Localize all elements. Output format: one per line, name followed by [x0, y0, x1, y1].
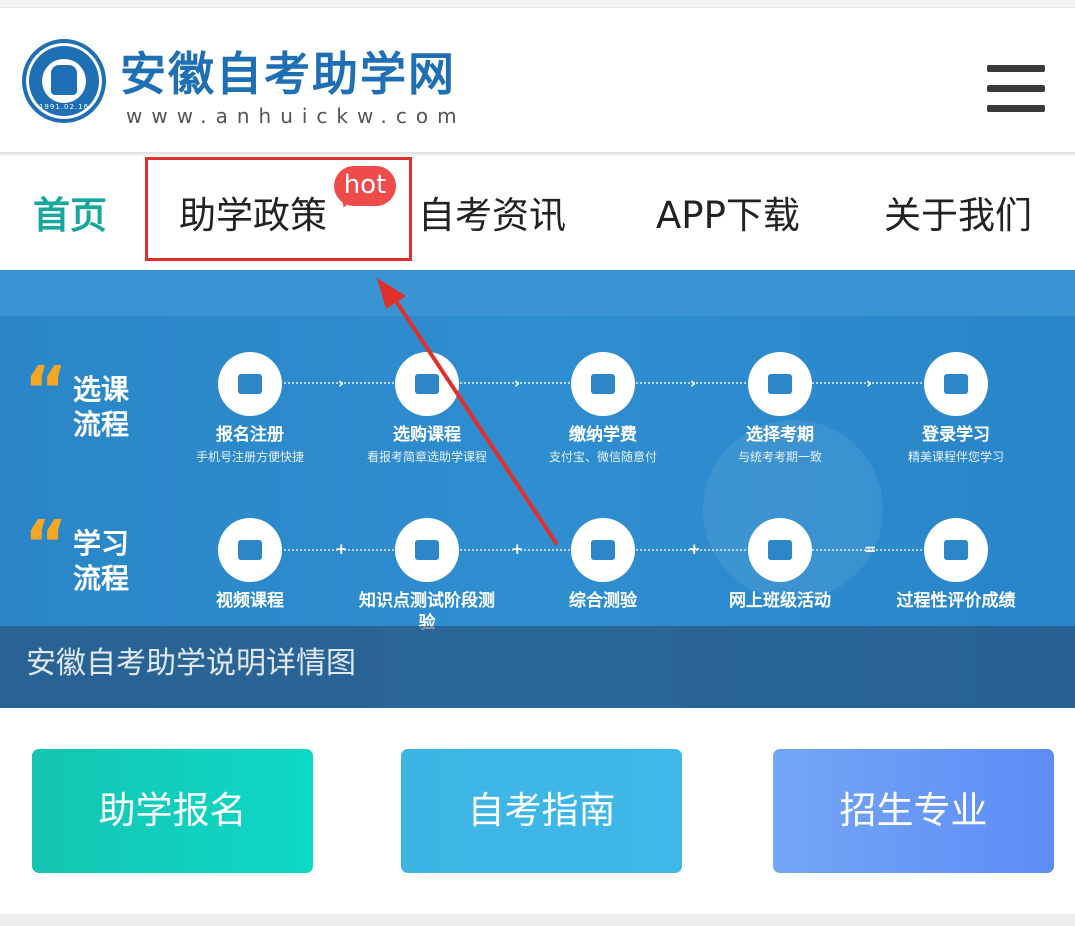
- bottom-divider: [0, 914, 1075, 926]
- course-step-pay: 缴纳学费 支付宝、微信随意付: [518, 352, 688, 465]
- score-sheet-icon: [924, 518, 988, 582]
- nav-item-news[interactable]: 自考资讯: [418, 194, 566, 238]
- top-divider: [0, 0, 1075, 8]
- course-step-register: 报名注册 手机号注册方便快捷: [165, 352, 335, 465]
- flag-icon: [748, 518, 812, 582]
- exam-guide-button[interactable]: 自考指南: [401, 749, 682, 873]
- study-flow-title: 学习流程: [73, 527, 130, 595]
- study-step-evaluation: 过程性评价成绩: [871, 518, 1041, 612]
- user-icon: [218, 352, 282, 416]
- quote-mark-icon: “: [24, 506, 68, 583]
- site-title[interactable]: 安徽自考助学网: [120, 48, 456, 100]
- nav-item-home[interactable]: 首页: [33, 194, 107, 238]
- study-step-quiz: 知识点测试阶段测验: [355, 518, 499, 634]
- course-flow-title: 选课流程: [73, 373, 130, 441]
- quote-mark-icon: “: [24, 352, 68, 429]
- hamburger-menu-icon[interactable]: [987, 65, 1045, 113]
- site-url: www.anhuickw.com: [126, 104, 466, 128]
- wallet-icon: [571, 352, 635, 416]
- majors-button[interactable]: 招生专业: [773, 749, 1054, 873]
- hero-banner[interactable]: “ 选课流程 › › › › 报名注册 手机号注册方便快捷 选购课程 看报考简章…: [0, 270, 1075, 708]
- annotation-highlight-box: [145, 157, 412, 261]
- nav-item-app-download[interactable]: APP下载: [656, 194, 800, 238]
- nav-item-about[interactable]: 关于我们: [884, 194, 1032, 238]
- open-book-icon: [571, 518, 635, 582]
- book-icon: [395, 352, 459, 416]
- banner-caption: 安徽自考助学说明详情图: [26, 646, 356, 681]
- enroll-button[interactable]: 助学报名: [32, 749, 313, 873]
- study-step-class-activity: 网上班级活动: [695, 518, 865, 612]
- course-step-buy: 选购课程 看报考简章选助学课程: [342, 352, 512, 465]
- site-header: 1991.02.16 安徽自考助学网 www.anhuickw.com: [0, 8, 1075, 154]
- site-logo-icon[interactable]: 1991.02.16: [22, 39, 106, 123]
- monitor-icon: [924, 352, 988, 416]
- course-step-exam-period: 选择考期 与统考考期一致: [695, 352, 865, 465]
- study-step-comprehensive-test: 综合测验: [518, 518, 688, 612]
- quick-actions: 助学报名 自考指南 招生专业: [0, 708, 1075, 914]
- main-nav: 首页 助学政策 自考资讯 APP下载 关于我们 hot: [0, 156, 1075, 270]
- course-step-login: 登录学习 精美课程伴您学习: [871, 352, 1041, 465]
- document-icon: [748, 352, 812, 416]
- video-camera-icon: [218, 518, 282, 582]
- book-icon: [395, 518, 459, 582]
- study-step-video: 视频课程: [165, 518, 335, 612]
